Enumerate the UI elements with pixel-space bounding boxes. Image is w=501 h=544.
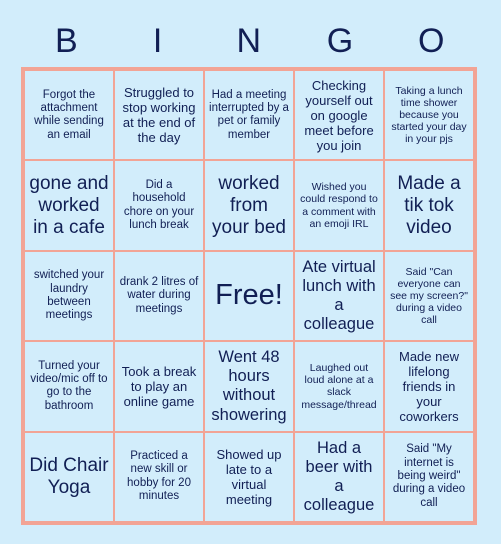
bingo-cell[interactable]: Took a break to play an online game <box>115 342 203 431</box>
bingo-cell-label: gone and worked in a cafe <box>29 172 109 238</box>
bingo-card: B I N G O Forgot the attachment while sendin… <box>0 0 501 544</box>
bingo-cell[interactable]: Made new lifelong friends in your cowork… <box>385 342 473 431</box>
bingo-cell-label: Took a break to play an online game <box>121 363 197 409</box>
bingo-cell[interactable]: Said "My internet is being weird" during… <box>385 432 473 521</box>
bingo-header: BINGO <box>21 16 477 66</box>
bingo-cell-label: Had a meeting interrupted by a pet or fa… <box>209 88 289 141</box>
bingo-cell[interactable]: Ate virtual lunch with a colleague <box>295 251 383 341</box>
bingo-cell[interactable]: Showed up late to a virtual meeting <box>205 432 293 521</box>
bingo-cell[interactable]: Turned your video/mic off to go to the b… <box>25 342 113 431</box>
bingo-cell[interactable]: drank 2 litres of water during meetings <box>115 251 203 341</box>
bingo-cell-label: Forgot the attachment while sending an e… <box>34 88 104 141</box>
bingo-cell[interactable]: Made a tik tok video <box>385 161 473 250</box>
bingo-cell[interactable]: Said "Can everyone can see my screen?" d… <box>385 251 473 341</box>
bingo-cell-label: Taking a lunch time shower because you s… <box>391 84 467 146</box>
bingo-cell-label: Had a beer with a colleague <box>303 438 375 514</box>
bingo-cell-label: switched your laundry between meetings <box>33 269 105 322</box>
bingo-cell[interactable]: Struggled to stop working at the end of … <box>115 71 203 160</box>
bingo-cell[interactable]: Did Chair Yoga <box>25 432 113 521</box>
bingo-cell[interactable]: Practiced a new skill or hobby for 20 mi… <box>115 432 203 521</box>
bingo-cell[interactable]: Forgot the attachment while sending an e… <box>25 71 113 160</box>
bingo-cell-label: Said "My internet is being weird" during… <box>392 443 466 509</box>
bingo-cell[interactable]: Checking yourself out on google meet bef… <box>295 71 383 160</box>
bingo-cell-label: Free! <box>215 279 283 312</box>
bingo-header-letter-n: N <box>236 22 262 60</box>
bingo-header-letter-g: G <box>326 22 354 60</box>
bingo-cell-label: Said "Can everyone can see my screen?" d… <box>390 265 468 327</box>
bingo-cell-label: Struggled to stop working at the end of … <box>122 85 196 146</box>
bingo-cell-free-space[interactable]: Free! <box>205 251 293 341</box>
bingo-cell-label: Made a tik tok video <box>397 172 461 238</box>
bingo-cell-label: Showed up late to a virtual meeting <box>216 446 282 507</box>
bingo-cell-label: Laughed out loud alone at a slack messag… <box>301 362 377 411</box>
bingo-header-letter-b: B <box>55 22 79 60</box>
bingo-cell-label: Made new lifelong friends in your cowork… <box>399 348 459 424</box>
bingo-cell-label: drank 2 litres of water during meetings <box>119 276 199 315</box>
bingo-cell[interactable]: Went 48 hours without showering <box>205 342 293 431</box>
bingo-header-letter-i: I <box>152 22 163 60</box>
bingo-cell-label: Did a household chore on your lunch brea… <box>123 178 195 231</box>
bingo-cell-label: Ate virtual lunch with a colleague <box>302 257 376 334</box>
bingo-cell-label: worked from your bed <box>212 172 286 238</box>
bingo-cell[interactable]: switched your laundry between meetings <box>25 251 113 341</box>
bingo-cell-label: Checking yourself out on google meet bef… <box>304 77 374 153</box>
bingo-cell[interactable]: Laughed out loud alone at a slack messag… <box>295 342 383 431</box>
bingo-cell-label: Did Chair Yoga <box>29 454 109 498</box>
bingo-cell[interactable]: Had a beer with a colleague <box>295 432 383 521</box>
bingo-cell-label: Wished you could respond to a comment wi… <box>300 181 378 230</box>
bingo-cell[interactable]: Taking a lunch time shower because you s… <box>385 71 473 160</box>
bingo-grid: Forgot the attachment while sending an e… <box>21 67 477 525</box>
bingo-cell[interactable]: Had a meeting interrupted by a pet or fa… <box>205 71 293 160</box>
bingo-cell-label: Went 48 hours without showering <box>211 348 287 424</box>
bingo-cell-label: Practiced a new skill or hobby for 20 mi… <box>127 450 191 503</box>
bingo-cell[interactable]: Did a household chore on your lunch brea… <box>115 161 203 250</box>
bingo-cell[interactable]: gone and worked in a cafe <box>25 161 113 250</box>
bingo-cell[interactable]: worked from your bed <box>205 161 293 250</box>
bingo-cell[interactable]: Wished you could respond to a comment wi… <box>295 161 383 250</box>
bingo-cell-label: Turned your video/mic off to go to the b… <box>30 359 108 412</box>
bingo-header-letter-o: O <box>417 22 445 60</box>
